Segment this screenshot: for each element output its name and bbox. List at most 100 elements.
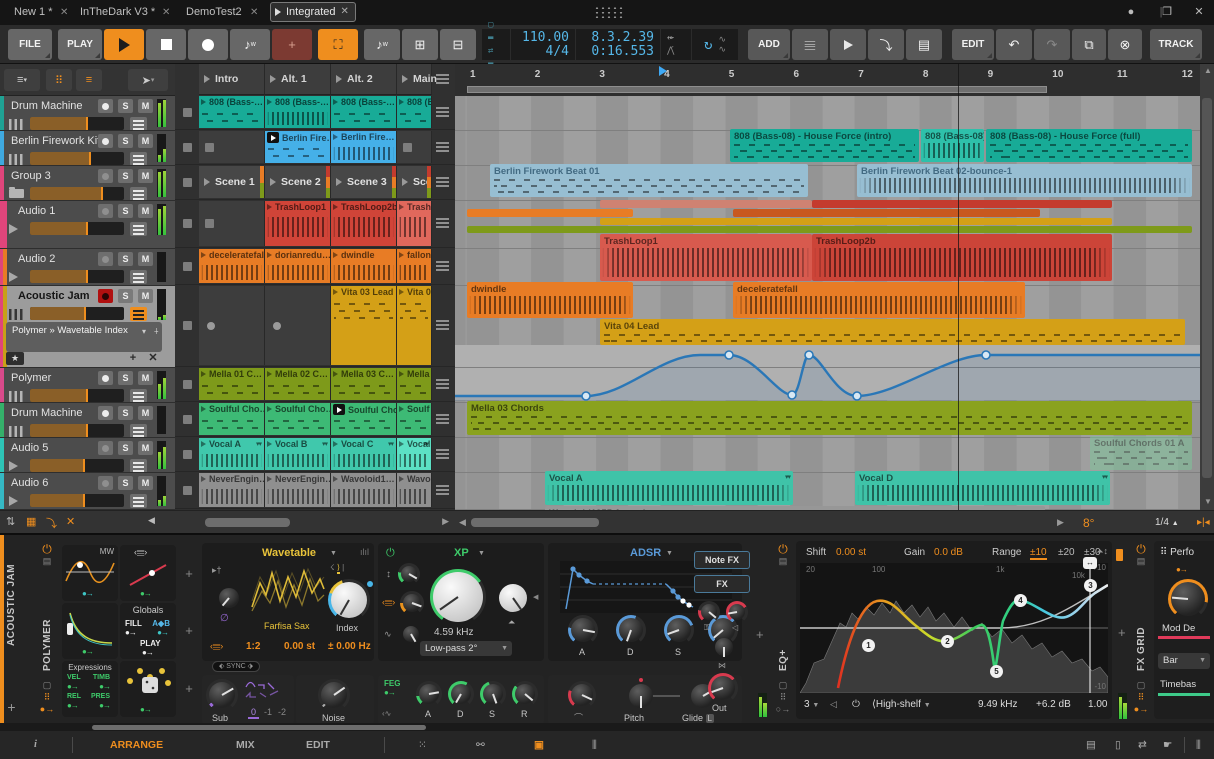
stop-clips-button[interactable] bbox=[183, 177, 192, 187]
mute-button[interactable]: M bbox=[138, 406, 153, 420]
sub-octave-1[interactable]: -1 bbox=[264, 707, 272, 717]
arm-button[interactable] bbox=[98, 204, 113, 218]
power-icon[interactable]: ⏻ bbox=[42, 543, 52, 555]
mod-envelope-tile[interactable]: ●→ bbox=[62, 603, 118, 659]
play-mod[interactable]: PLAY bbox=[140, 639, 161, 648]
mute-button[interactable]: M bbox=[138, 99, 153, 113]
volume-slider[interactable] bbox=[30, 222, 124, 235]
eq-band-handle-4[interactable]: 4 bbox=[1014, 594, 1027, 607]
arm-button[interactable] bbox=[98, 371, 113, 385]
track-menu-button[interactable] bbox=[130, 494, 147, 508]
fill-mode-button[interactable]: ⊞ bbox=[402, 29, 438, 60]
track-menu-button[interactable]: TRACK bbox=[1150, 29, 1202, 60]
modulators-icon[interactable]: ⠿ bbox=[1138, 691, 1145, 703]
mod-out-icon[interactable]: ●→ bbox=[82, 647, 94, 656]
r-knob[interactable] bbox=[512, 681, 538, 707]
scene-cell[interactable]: Scen bbox=[397, 166, 432, 198]
edit-view-button[interactable]: EDIT bbox=[306, 739, 330, 751]
solo-button[interactable]: S bbox=[118, 169, 133, 183]
track-menu-button[interactable] bbox=[130, 222, 147, 236]
stop-clips-button[interactable] bbox=[183, 414, 192, 424]
volume-slider[interactable] bbox=[30, 270, 124, 283]
add-device-button[interactable]: + bbox=[756, 627, 764, 642]
a-knob[interactable] bbox=[568, 615, 598, 645]
solo-button[interactable]: S bbox=[118, 441, 133, 455]
timebase-dropdown[interactable]: Bar ▼ bbox=[1158, 653, 1210, 669]
bend-knob[interactable] bbox=[568, 681, 596, 709]
solo-button[interactable]: S bbox=[118, 371, 133, 385]
s-knob[interactable] bbox=[664, 615, 694, 645]
power-icon[interactable]: ⏻ bbox=[778, 543, 788, 555]
band-power-icon[interactable]: ⏻ bbox=[852, 699, 860, 710]
mod-out-icon[interactable]: ●→ bbox=[140, 589, 152, 598]
d-knob[interactable] bbox=[616, 615, 646, 645]
band-count[interactable]: 3 ▼ bbox=[804, 699, 819, 710]
track-name[interactable]: Audio 2 bbox=[18, 253, 55, 265]
arm-button[interactable] bbox=[98, 134, 113, 148]
track-name[interactable]: Drum Machine bbox=[11, 100, 83, 112]
fxgrid-device-header[interactable]: ⏻ ▤ FX GRID ▢ ⠿ ●→ bbox=[1130, 543, 1152, 715]
add-audio-track-icon[interactable] bbox=[830, 29, 866, 60]
track-menu-button[interactable] bbox=[130, 424, 147, 437]
clip-wavoloid1-[interactable]: Wavoloid1… bbox=[331, 473, 397, 507]
track-menu-button[interactable] bbox=[130, 270, 147, 284]
snap-mode-icon[interactable]: ▸|◂ bbox=[1197, 517, 1210, 528]
chevron-down-icon[interactable]: ▼ bbox=[478, 550, 485, 557]
volume-slider[interactable] bbox=[30, 307, 124, 320]
browser-panel-icon[interactable]: ▤ bbox=[1086, 739, 1096, 751]
power-icon[interactable]: ⏻ bbox=[1136, 543, 1146, 555]
stop-clips-button[interactable] bbox=[183, 107, 192, 117]
volume-slider[interactable] bbox=[30, 389, 124, 402]
track-name[interactable]: Berlin Firework Kit bbox=[11, 135, 100, 147]
empty-clip-slot[interactable] bbox=[199, 131, 265, 163]
time-signature[interactable]: 4/4 bbox=[517, 44, 569, 59]
clip-trash[interactable]: Trash bbox=[397, 201, 432, 246]
mute-button[interactable]: M bbox=[138, 289, 153, 303]
ab-mod[interactable]: A◆B bbox=[152, 619, 170, 628]
track-menu-button[interactable] bbox=[130, 459, 147, 472]
oscillator-type[interactable]: Wavetable bbox=[262, 547, 316, 559]
arr-clip-vita-04-lead[interactable]: Vita 04 Lead bbox=[600, 319, 1185, 345]
clip-vocal[interactable]: Vocal ▾▾ bbox=[397, 438, 432, 470]
tab-project-1[interactable]: New 1 * bbox=[14, 0, 53, 25]
wavetable-display[interactable] bbox=[250, 561, 326, 619]
controller-button[interactable]: ⛶ bbox=[318, 29, 358, 60]
loop-icon[interactable]: ↻ bbox=[704, 38, 712, 52]
close-icon[interactable]: ✕ bbox=[162, 0, 170, 25]
voices-knob[interactable] bbox=[726, 601, 748, 623]
track-name[interactable]: Polymer bbox=[11, 372, 51, 384]
scene-cell[interactable]: Scene 3 bbox=[331, 166, 397, 198]
arrange-view-button[interactable]: ARRANGE bbox=[110, 739, 163, 751]
noise-knob[interactable] bbox=[318, 679, 350, 711]
clip-overdub-button[interactable]: ♪ w bbox=[364, 29, 400, 60]
track-row-berlin-firework-kit[interactable]: Berlin Firework Kit S M bbox=[0, 131, 175, 166]
arr-clip-soulful-chords-01-a[interactable]: Soulful Chords 01 A bbox=[1090, 436, 1192, 470]
clip-vocal-b[interactable]: Vocal B ▾▾ bbox=[265, 438, 331, 470]
note-fx-slot[interactable]: Note FX bbox=[694, 551, 750, 569]
eq-band-handle-1[interactable]: 1 bbox=[862, 639, 875, 652]
band-q[interactable]: 1.00 bbox=[1088, 699, 1107, 710]
keys-icon[interactable]: ‹𝄙› bbox=[382, 597, 395, 608]
sub-octave-2[interactable]: -2 bbox=[278, 707, 286, 717]
adapt-icons[interactable]: ⏶↕ bbox=[1096, 546, 1108, 557]
volume-slider[interactable] bbox=[30, 152, 124, 165]
duplicate-icon[interactable]: ⧉ bbox=[1072, 29, 1106, 60]
stop-clips-button[interactable] bbox=[183, 485, 192, 495]
add-group-track-icon[interactable]: ▤ bbox=[906, 29, 942, 60]
add-menu-button[interactable]: ADD bbox=[748, 29, 790, 60]
arr-clip-trashloop2b[interactable]: TrashLoop2b bbox=[812, 234, 1112, 281]
audio-engine-icon[interactable]: 8° bbox=[1083, 516, 1094, 530]
arr-clip-dwindle[interactable]: dwindle bbox=[467, 282, 633, 318]
arm-button[interactable] bbox=[98, 406, 113, 420]
mod-random-tile[interactable]: ●→ bbox=[120, 661, 176, 717]
band-gain[interactable]: +6.2 dB bbox=[1036, 699, 1071, 710]
unison-icons[interactable]: ☇ ⟩ | bbox=[330, 563, 344, 574]
remote-controls-icon[interactable]: ▢ bbox=[1137, 679, 1146, 691]
eq-band-handle-3[interactable]: 3 bbox=[1084, 579, 1097, 592]
shape-knob[interactable] bbox=[216, 585, 242, 611]
arm-button[interactable] bbox=[98, 169, 113, 183]
add-modulator-button[interactable]: + bbox=[185, 566, 193, 581]
fill-mod[interactable]: FILL bbox=[125, 619, 142, 628]
redo-icon[interactable]: ↷ bbox=[1034, 29, 1070, 60]
arr-clip-deceleratefall[interactable]: deceleratefall bbox=[733, 282, 1025, 318]
